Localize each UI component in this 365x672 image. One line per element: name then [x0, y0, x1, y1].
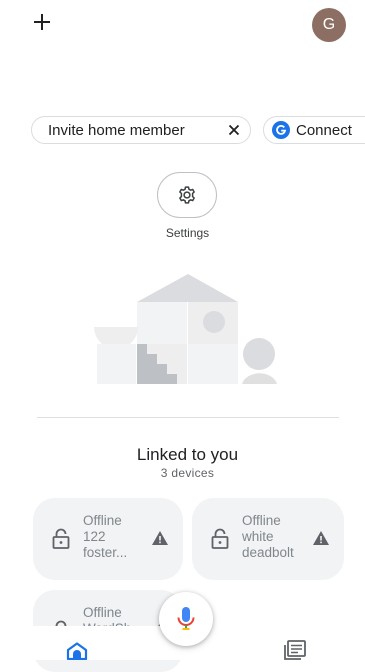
- connect-chip[interactable]: Connect: [263, 116, 365, 144]
- plus-icon: [34, 14, 50, 30]
- warning-icon: [313, 531, 329, 545]
- linked-device-count: 3 devices: [160, 466, 215, 480]
- device-texts: Offline white deadbolt: [242, 513, 310, 561]
- device-status: Offline: [83, 513, 122, 528]
- device-status: Offline: [83, 605, 122, 620]
- microphone-icon: [177, 607, 195, 630]
- suggestion-chips: Invite home member Connect: [0, 116, 365, 146]
- assistant-mic-button[interactable]: [159, 592, 213, 646]
- invite-chip-label: Invite home member: [48, 121, 185, 139]
- device-status: Offline: [242, 513, 281, 528]
- device-name: white deadbolt: [242, 529, 294, 560]
- top-bar: G: [0, 0, 365, 50]
- device-card[interactable]: Offline white deadbolt: [192, 498, 344, 580]
- feed-icon[interactable]: [283, 640, 307, 660]
- gear-icon: [179, 186, 195, 204]
- settings-label: Settings: [165, 226, 210, 240]
- close-icon[interactable]: [228, 124, 240, 136]
- linked-section-title: Linked to you: [136, 445, 239, 464]
- home-illustration: [94, 274, 277, 384]
- lock-icon: [52, 528, 70, 549]
- lock-icon: [211, 528, 229, 549]
- avatar-initial: G: [322, 16, 336, 33]
- device-texts: Offline 122 foster...: [83, 513, 153, 561]
- add-button[interactable]: [30, 10, 54, 34]
- section-divider: [37, 417, 339, 418]
- warning-icon: [152, 531, 168, 545]
- device-name: 122 foster...: [83, 529, 128, 560]
- account-avatar[interactable]: G: [312, 8, 346, 42]
- home-icon[interactable]: [66, 642, 88, 660]
- settings-button[interactable]: [157, 172, 217, 218]
- invite-home-member-chip[interactable]: Invite home member: [31, 116, 251, 144]
- device-card[interactable]: Offline 122 foster...: [33, 498, 183, 580]
- connect-chip-label: Connect: [296, 121, 352, 139]
- google-g-icon: [272, 121, 290, 139]
